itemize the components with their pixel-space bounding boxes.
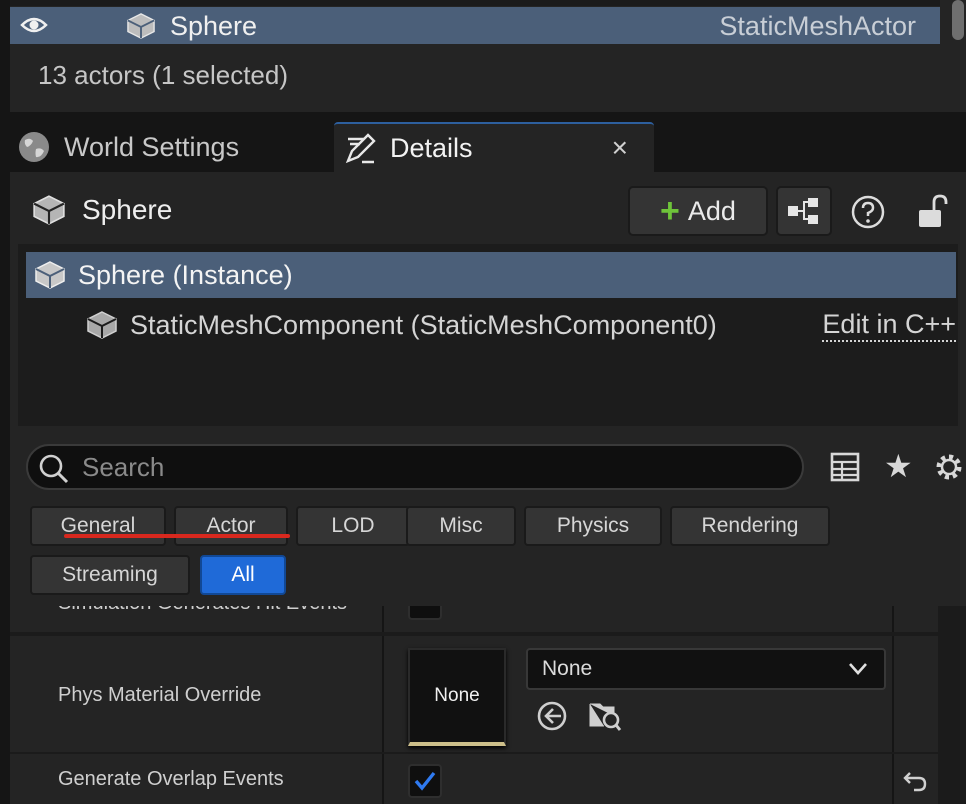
property-row-phys-material: Phys Material Override None None: [10, 636, 938, 752]
add-component-button[interactable]: + Add: [628, 186, 768, 236]
tab-world-settings-label: World Settings: [64, 131, 240, 162]
property-label: Simulation Generates Hit Events: [58, 606, 347, 615]
component-label: StaticMeshComponent (StaticMeshComponent…: [130, 310, 717, 340]
property-label: Phys Material Override: [58, 684, 262, 706]
unlock-icon[interactable]: [916, 192, 950, 230]
blueprint-button[interactable]: [776, 186, 832, 236]
globe-icon: [19, 132, 49, 162]
gear-icon[interactable]: [932, 450, 966, 484]
tab-details-label: Details: [390, 132, 473, 163]
static-mesh-icon: [87, 311, 117, 339]
actor-name: Sphere: [82, 194, 173, 225]
static-mesh-icon: [35, 261, 65, 289]
column-divider[interactable]: [382, 636, 384, 752]
outliner-row-label: Sphere: [170, 11, 258, 41]
property-row-overlap-events: Generate Overlap Events: [10, 754, 938, 804]
asset-thumbnail[interactable]: None: [408, 648, 506, 746]
search-input[interactable]: [82, 450, 782, 484]
table-view-icon[interactable]: [830, 452, 860, 482]
outliner-previous-row: [10, 0, 940, 6]
column-divider: [892, 754, 894, 804]
tab-bar: World Settings Details ×: [0, 112, 966, 172]
actor-count: 13 actors (1 selected): [38, 60, 289, 90]
outliner-row-type: StaticMeshActor: [719, 11, 916, 41]
static-mesh-icon: [33, 195, 65, 225]
overlap-events-checkbox[interactable]: [408, 764, 442, 798]
filter-general[interactable]: General: [30, 506, 166, 546]
hierarchy-icon: [788, 198, 818, 224]
static-mesh-icon: [127, 13, 155, 39]
plus-icon: +: [660, 192, 680, 230]
filter-misc[interactable]: Misc: [406, 506, 516, 546]
red-underline-annotation: [64, 534, 290, 538]
property-grid: Simulation Generates Hit Events Phys Mat…: [10, 606, 966, 804]
details-panel: Sphere + Add Sphere (Instance) StaticMes…: [10, 172, 966, 804]
filter-physics[interactable]: Physics: [524, 506, 662, 546]
column-divider: [892, 636, 894, 752]
checkmark-icon: [414, 771, 436, 791]
filter-actor[interactable]: Actor: [174, 506, 288, 546]
component-row-instance[interactable]: Sphere (Instance): [26, 252, 956, 298]
reset-to-default-icon[interactable]: [902, 770, 928, 792]
dropdown-value: None: [542, 657, 593, 680]
filter-lod[interactable]: LOD: [296, 506, 410, 546]
column-divider: [892, 606, 894, 632]
eye-icon[interactable]: [20, 15, 48, 35]
component-label: Sphere (Instance): [78, 260, 293, 290]
outliner-row-sphere[interactable]: Sphere StaticMeshActor: [10, 7, 940, 44]
phys-material-dropdown[interactable]: None: [526, 648, 886, 690]
help-icon[interactable]: [850, 194, 886, 230]
browse-folder-icon[interactable]: [588, 698, 622, 732]
property-label: Generate Overlap Events: [58, 768, 284, 790]
add-button-label: Add: [687, 195, 736, 226]
search-box[interactable]: [26, 444, 804, 490]
column-divider[interactable]: [382, 754, 384, 804]
use-selected-asset-icon[interactable]: [536, 700, 568, 732]
filter-streaming[interactable]: Streaming: [30, 555, 190, 595]
outliner-scrollbar[interactable]: [952, 0, 964, 40]
tab-details[interactable]: Details ×: [334, 122, 654, 172]
filter-all[interactable]: All: [200, 555, 286, 595]
outliner-panel: Sphere StaticMeshActor 13 actors (1 sele…: [10, 0, 966, 112]
search-icon: [39, 454, 69, 484]
tab-world-settings[interactable]: World Settings: [18, 124, 318, 170]
chevron-down-icon: [849, 663, 867, 675]
component-row-staticmesh[interactable]: StaticMeshComponent (StaticMeshComponent…: [26, 302, 956, 348]
pencil-icon: [345, 133, 376, 164]
property-row-hit-events: Simulation Generates Hit Events: [10, 606, 938, 632]
hit-events-checkbox[interactable]: [408, 606, 442, 620]
filter-rendering[interactable]: Rendering: [670, 506, 830, 546]
star-icon[interactable]: ★: [884, 450, 913, 482]
column-divider[interactable]: [382, 606, 384, 632]
close-icon[interactable]: ×: [612, 132, 628, 164]
edit-in-cpp-link[interactable]: Edit in C++: [822, 309, 956, 342]
component-tree: Sphere (Instance) StaticMeshComponent (S…: [18, 244, 958, 426]
